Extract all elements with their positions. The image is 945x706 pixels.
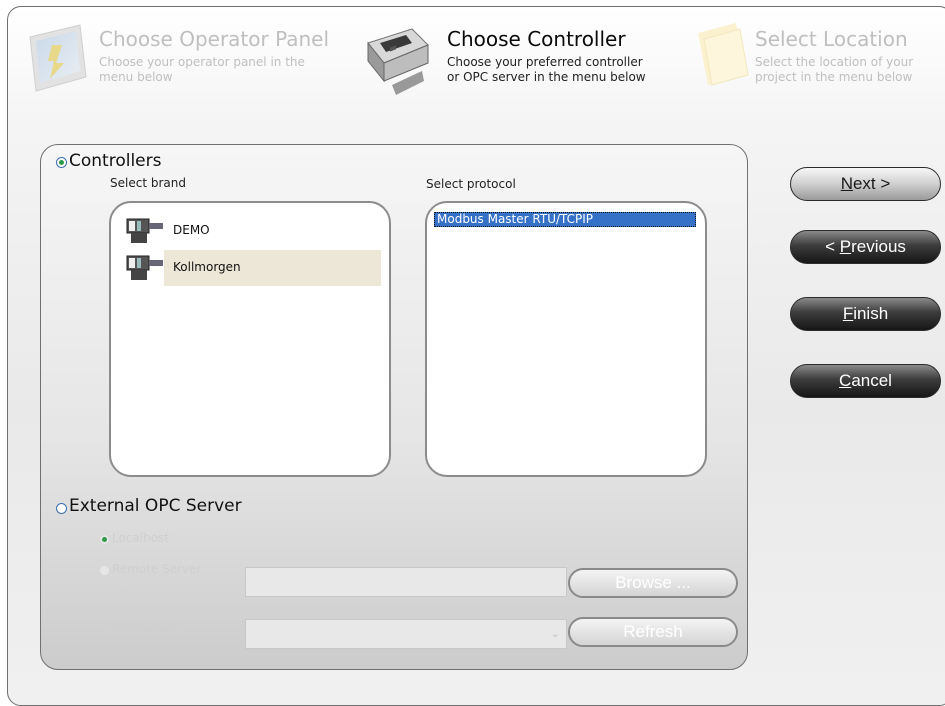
select-protocol-label: Select protocol — [426, 177, 516, 191]
button-label: inish — [853, 304, 889, 323]
brand-list[interactable]: DEMO Kollmorgen — [109, 201, 391, 477]
browse-button[interactable]: Browse ... — [568, 568, 738, 598]
protocol-list[interactable]: Modbus Master RTU/TCPIP — [425, 201, 707, 477]
button-label: ancel — [851, 371, 892, 390]
controller-device-icon — [126, 218, 163, 243]
step-description-line: or OPC server in the menu below — [447, 70, 646, 84]
select-brand-label: Select brand — [110, 176, 186, 190]
remote-server-radio[interactable] — [99, 565, 110, 576]
list-item-demo[interactable]: DEMO — [119, 213, 383, 249]
previous-button[interactable]: < Previous — [790, 230, 941, 264]
operator-panel-icon — [29, 24, 87, 92]
mnemonic-letter: C — [839, 371, 852, 390]
localhost-label: Localhost — [112, 531, 170, 545]
folder-icon — [698, 23, 749, 86]
controller-selection-group: Controllers Select brand Select protocol… — [40, 144, 748, 670]
step-description-line: Choose your operator panel in the — [99, 55, 305, 69]
step-choose-controller: Choose Controller Choose your preferred … — [348, 7, 708, 117]
step-title: Select Location — [755, 27, 908, 51]
list-item-modbus[interactable]: Modbus Master RTU/TCPIP — [434, 212, 696, 227]
chevron-down-icon[interactable]: ⌄ — [551, 627, 560, 640]
remote-server-label: Remote Server — [112, 562, 202, 576]
external-opc-radio[interactable] — [56, 503, 67, 514]
controller-device-icon — [126, 255, 163, 280]
controller-icon — [367, 28, 429, 95]
step-description: Select the location of your project in t… — [755, 55, 913, 85]
controllers-label[interactable]: Controllers — [69, 151, 161, 171]
step-description-line: project in the menu below — [755, 70, 913, 84]
mnemonic-letter: P — [839, 237, 852, 256]
controllers-radio[interactable] — [56, 157, 67, 168]
finish-button[interactable]: Finish — [790, 297, 941, 331]
remote-server-input[interactable] — [245, 567, 567, 597]
step-select-location: Select Location Select the location of y… — [688, 7, 945, 117]
brand-label: DEMO — [173, 223, 210, 237]
step-title: Choose Operator Panel — [99, 27, 330, 51]
opc-server-label: OPC Server: — [110, 621, 183, 635]
step-description-line: menu below — [99, 70, 173, 84]
step-description: Choose your operator panel in the menu b… — [99, 55, 305, 85]
button-label-prefix: < — [825, 237, 840, 256]
step-description-line: Select the location of your — [755, 55, 914, 69]
opc-server-combobox[interactable]: ⌄ — [245, 619, 567, 649]
step-description: Choose your preferred controller or OPC … — [447, 55, 646, 85]
cancel-button[interactable]: Cancel — [790, 364, 941, 398]
external-opc-label[interactable]: External OPC Server — [69, 496, 242, 516]
mnemonic-letter: N — [840, 174, 853, 193]
mnemonic-letter: F — [842, 304, 854, 323]
step-title: Choose Controller — [447, 27, 626, 51]
brand-label: Kollmorgen — [173, 260, 241, 274]
refresh-button[interactable]: Refresh — [568, 617, 738, 647]
list-item-kollmorgen[interactable]: Kollmorgen — [119, 250, 383, 286]
button-label: revious — [851, 237, 906, 256]
next-button[interactable]: Next > — [790, 167, 941, 201]
step-choose-operator-panel: Choose Operator Panel Choose your operat… — [8, 7, 348, 117]
step-description-line: Choose your preferred controller — [447, 55, 643, 69]
button-label: ext > — [852, 174, 891, 193]
localhost-radio[interactable] — [99, 534, 110, 545]
